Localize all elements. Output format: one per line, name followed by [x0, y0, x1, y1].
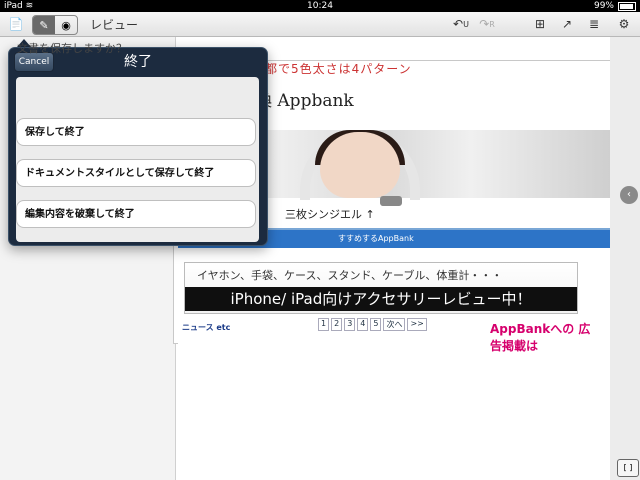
- document-heading: 換 Appbank: [255, 91, 354, 111]
- handwritten-note: 都で5色太さは4パターン: [265, 62, 412, 76]
- face-shape: [320, 132, 400, 198]
- battery-percent: 99%: [593, 1, 614, 11]
- discard-and-exit-button[interactable]: 編集内容を破棄して終了: [16, 200, 256, 228]
- banner-tagline: イヤホン、手袋、ケース、スタンド、ケーブル、体重計・・・: [197, 269, 503, 282]
- add-page-icon[interactable]: ⊞: [531, 14, 549, 34]
- page-1: 1: [318, 318, 330, 331]
- page-fit-icon[interactable]: [ ]: [617, 459, 639, 477]
- view-mode-eye-icon[interactable]: ◉: [55, 16, 77, 34]
- redo-icon[interactable]: ↷ R: [478, 14, 496, 34]
- page-last: >>: [407, 318, 427, 331]
- save-as-style-button[interactable]: ドキュメントスタイルとして保存して終了: [16, 159, 256, 187]
- ad-banner: AppBankへの 広告掲載は: [490, 322, 591, 353]
- top-toolbar: 📄 ✎ ◉ レビュー ↶ U ↷ R ⊞ ↗ ≣ ⚙: [0, 12, 640, 37]
- banner-main-text: iPhone/ iPad向けアクセサリーレビュー中！: [185, 287, 577, 311]
- save-and-exit-button[interactable]: 保存して終了: [16, 118, 256, 146]
- edit-mode-pencil-icon[interactable]: ✎: [33, 16, 55, 34]
- status-bar: iPad ≋ 10:24 99%: [0, 0, 640, 12]
- pagination: 1 2 3 4 5 次へ >>: [318, 318, 427, 331]
- webpage-banner: イヤホン、手袋、ケース、スタンド、ケーブル、体重計・・・ iPhone/ iPa…: [184, 262, 578, 314]
- page-4: 4: [357, 318, 369, 331]
- battery-icon: [618, 1, 636, 11]
- resize-handle[interactable]: [380, 196, 402, 206]
- document-menu-icon[interactable]: 📄: [6, 14, 26, 34]
- status-right: 99%: [594, 0, 636, 12]
- side-panel-toggle-icon[interactable]: ‹: [620, 186, 638, 204]
- clock: 10:24: [307, 1, 333, 11]
- page-next: 次へ: [383, 318, 406, 331]
- export-icon[interactable]: ↗: [558, 14, 576, 34]
- page-3: 3: [344, 318, 356, 331]
- settings-gear-icon[interactable]: ⚙: [614, 14, 634, 34]
- page-2: 2: [331, 318, 343, 331]
- handwritten-annotation: 三枚シンジエル ↑: [285, 208, 375, 221]
- undo-icon[interactable]: ↶ U: [452, 14, 470, 34]
- right-gutter: [610, 37, 640, 480]
- redo-label: R: [489, 19, 495, 29]
- save-question: 文書を保存しますか？: [17, 42, 127, 55]
- mode-switch[interactable]: ✎ ◉: [32, 15, 78, 35]
- news-label: ニュース etc: [182, 323, 231, 332]
- page-5: 5: [370, 318, 382, 331]
- document-title: レビュー: [90, 18, 139, 32]
- list-icon[interactable]: ≣: [585, 14, 603, 34]
- undo-label: U: [463, 19, 469, 29]
